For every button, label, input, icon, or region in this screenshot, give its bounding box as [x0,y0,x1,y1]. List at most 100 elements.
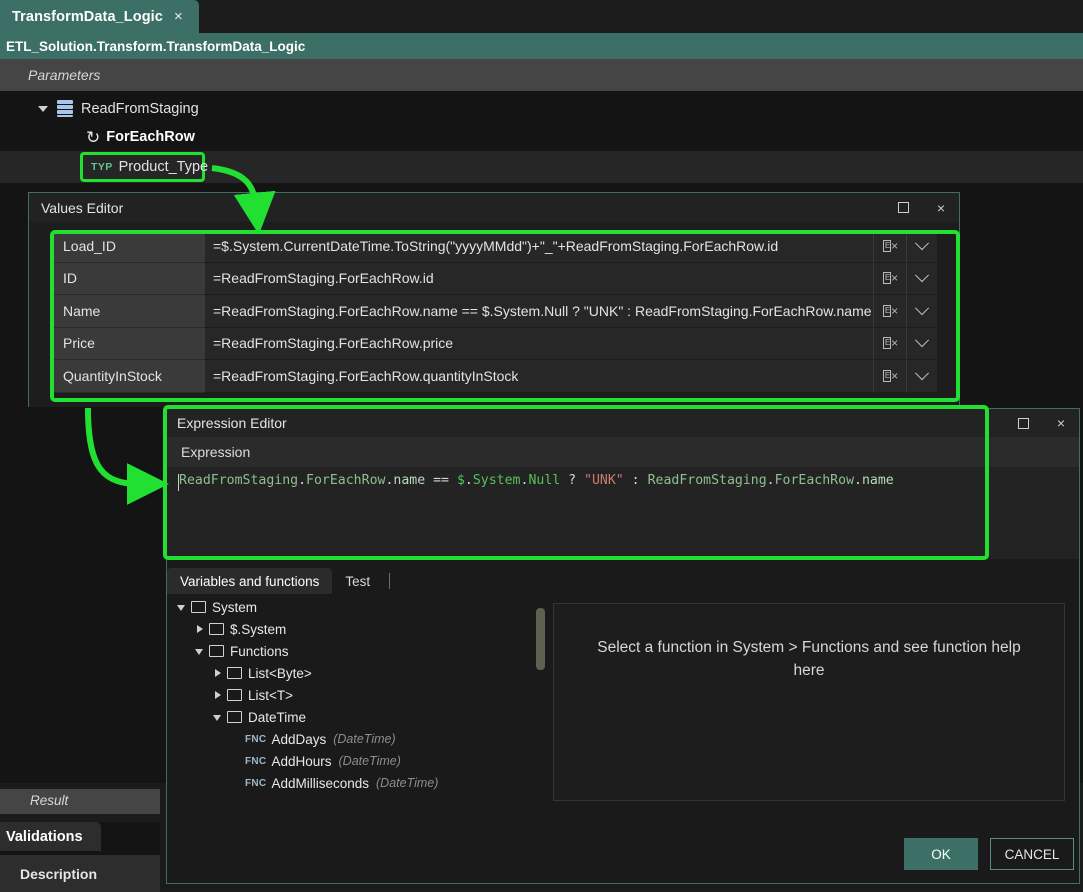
values-row-name: QuantityInStock [53,360,205,393]
chevron-down-icon[interactable] [175,600,189,614]
tree-item-label: List<Byte> [248,665,312,681]
chevron-right-icon[interactable] [211,688,225,702]
chevron-right-icon[interactable] [211,666,225,680]
tab-validations-label: Validations [6,828,83,845]
values-grid: Load_ID =$.System.CurrentDateTime.ToStrin… [53,230,937,393]
chevron-down-icon[interactable] [36,101,52,117]
values-row[interactable]: Name =ReadFromStaging.ForEachRow.name == … [53,295,937,328]
tree-function-item[interactable]: FNC AddDays (DateTime) [167,728,537,750]
expression-token: ReadFromStaging [647,473,767,488]
maximize-icon[interactable] [1015,415,1031,431]
tree-folder-item[interactable]: $.System [167,618,537,640]
values-editor-title: Values Editor [41,199,124,216]
values-row-value[interactable]: =ReadFromStaging.ForEachRow.name == $.Sy… [205,295,873,328]
tree-node-foreachrow[interactable]: ↺ ForEachRow [86,122,195,152]
tree-scrollbar[interactable] [536,608,545,670]
expression-token: ForEachRow [306,473,386,488]
expression-token: ? [560,473,585,488]
breadcrumb: ETL_Solution.Transform.TransformData_Log… [0,33,1083,59]
expression-editor-icon[interactable]: E × [873,262,906,295]
description-label: Description [20,865,98,882]
database-icon [56,100,74,118]
values-row-value[interactable]: =ReadFromStaging.ForEachRow.price [205,327,873,360]
values-row-name-label: ID [63,270,77,287]
tree-folder-item[interactable]: DateTime [167,706,537,728]
tree-node-label: Product_Type [118,159,209,175]
loop-icon: ↺ [86,127,101,147]
breadcrumb-path: ETL_Solution.Transform.TransformData_Log… [6,38,306,54]
values-row-name-label: Load_ID [63,237,116,254]
values-row-value[interactable]: =$.System.CurrentDateTime.ToString("yyyy… [205,230,873,263]
expression-icon-x: × [891,271,898,286]
expression-editor-icon[interactable]: E × [873,327,906,360]
expression-icon-letter: E [882,337,892,350]
result-label: Result [30,793,69,808]
close-icon[interactable]: × [933,200,949,216]
chevron-down-icon[interactable] [906,360,937,393]
values-row[interactable]: Load_ID =$.System.CurrentDateTime.ToStrin… [53,230,937,263]
tree-node-label: ForEachRow [106,129,195,145]
chevron-down-icon[interactable] [211,710,225,724]
expression-editor-icon[interactable]: E × [873,360,906,393]
values-row-name: ID [53,262,205,295]
tree-node-readfromstaging[interactable]: ReadFromStaging [36,94,199,124]
document-tab-transformdata-logic[interactable]: TransformData_Logic × [0,0,199,33]
window-controls: × [895,200,959,216]
expression-input[interactable]: ReadFromStaging.ForEachRow.name == $.Sys… [167,467,1079,559]
expression-token: Null [528,473,561,488]
tab-validations[interactable]: Validations [0,822,101,851]
values-row-value-text: =ReadFromStaging.ForEachRow.id [213,270,434,287]
values-row-name: Load_ID [53,230,205,263]
app-root: TransformData_Logic × ETL_Solution.Trans… [0,0,1083,892]
values-row[interactable]: Price =ReadFromStaging.ForEachRow.price E × [53,327,937,360]
tree-item-label: AddHours [271,753,332,769]
tree-function-item[interactable]: FNC AddHours (DateTime) [167,750,537,772]
validations-description-header: Description [0,855,160,892]
close-icon[interactable]: × [1053,415,1069,431]
tree-function-item[interactable]: FNC AddMilliseconds (DateTime) [167,772,537,794]
chevron-down-icon[interactable] [906,295,937,328]
expression-token: . [464,473,473,488]
expression-editor-icon[interactable]: E × [873,295,906,328]
expression-code-text: ReadFromStaging.ForEachRow.name == $.Sys… [179,473,1079,488]
ok-button[interactable]: OK [904,838,978,870]
parameters-label: Parameters [28,67,101,83]
expression-editor-icon[interactable]: E × [873,230,906,263]
tree-item-label: AddDays [271,731,327,747]
tree-node-product-type[interactable]: TYP Product_Type [80,152,209,182]
chevron-down-icon[interactable] [906,327,937,360]
values-row-name-label: Price [63,335,95,352]
values-row-value[interactable]: =ReadFromStaging.ForEachRow.id [205,262,873,295]
close-icon[interactable]: × [174,9,183,24]
tree-folder-item[interactable]: List<Byte> [167,662,537,684]
expression-token: : [623,473,648,488]
values-row-value[interactable]: =ReadFromStaging.ForEachRow.quantityInSt… [205,360,873,393]
expression-token: ReadFromStaging [179,473,299,488]
function-tag: FNC [245,777,267,789]
values-row-name: Price [53,327,205,360]
tree-folder-item[interactable]: System [167,596,537,618]
chevron-down-icon[interactable] [906,262,937,295]
chevron-right-icon[interactable] [193,622,207,636]
function-tag: FNC [245,733,267,745]
tab-variables-and-functions[interactable]: Variables and functions [167,568,333,594]
values-row[interactable]: QuantityInStock =ReadFromStaging.ForEachR… [53,360,937,393]
chevron-down-icon[interactable] [906,230,937,263]
tree-folder-item[interactable]: List<T> [167,684,537,706]
cancel-button[interactable]: CANCEL [990,838,1074,870]
function-return-type: (DateTime) [338,754,401,768]
tree-folder-item[interactable]: Functions [167,640,537,662]
values-row[interactable]: ID =ReadFromStaging.ForEachRow.id E × [53,262,937,295]
values-editor-titlebar: Values Editor × [29,193,959,222]
window-controls: × [1015,415,1079,431]
values-row-value-text: =ReadFromStaging.ForEachRow.name == $.Sy… [213,302,872,319]
maximize-icon[interactable] [895,200,911,216]
values-editor-body: Load_ID =$.System.CurrentDateTime.ToStrin… [29,222,959,407]
expression-token: == [425,473,457,488]
variables-and-functions-tree[interactable]: System $.System Functions List<Byte> List<T>… [167,596,537,806]
function-return-type: (DateTime) [333,732,396,746]
tab-test[interactable]: Test [332,568,383,594]
expression-editor-tabs: Variables and functions Test [167,568,1079,594]
chevron-down-icon[interactable] [193,644,207,658]
expression-icon-letter: E [882,369,892,382]
